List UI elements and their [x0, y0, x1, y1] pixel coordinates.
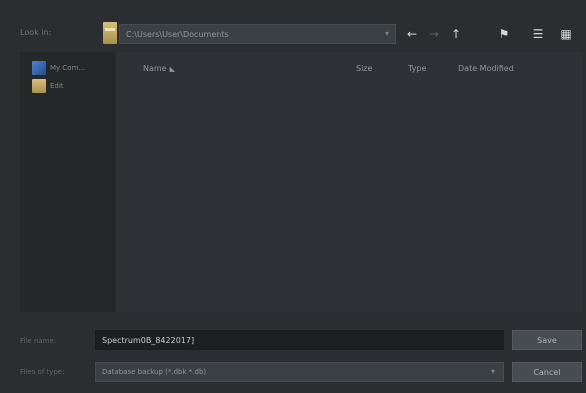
computer-icon [32, 61, 46, 75]
new-folder-button[interactable]: ⚑ [496, 25, 512, 43]
file-type-value: Database backup (*.dbk *.db) [102, 368, 207, 376]
forward-button[interactable]: → [426, 25, 442, 43]
new-folder-icon: ⚑ [498, 27, 510, 41]
folder-icon [103, 22, 117, 44]
file-type-label: Files of type: [20, 368, 65, 376]
look-in-path: C:\Users\User\Documents [126, 29, 229, 39]
chevron-down-icon: ▾ [490, 367, 495, 376]
toolbar: Look in: C:\Users\User\Documents ▾ ← → ↑… [0, 16, 586, 50]
folder-icon [32, 79, 46, 93]
list-view-button[interactable]: ☰ [530, 25, 546, 43]
detail-view-icon: ▦ [560, 27, 572, 41]
forward-arrow-icon: → [428, 27, 440, 41]
file-type-combo[interactable]: Database backup (*.dbk *.db) ▾ [95, 362, 504, 382]
look-in-combo[interactable]: C:\Users\User\Documents ▾ [119, 24, 396, 44]
sidebar-item-edit[interactable]: Edit [32, 78, 64, 94]
column-header-type[interactable]: Type [408, 64, 426, 73]
save-button[interactable]: Save [512, 330, 582, 350]
cancel-button[interactable]: Cancel [512, 362, 582, 382]
look-in-label: Look in: [20, 28, 52, 37]
up-arrow-icon: ↑ [450, 27, 462, 41]
column-header-size[interactable]: Size [356, 64, 372, 73]
back-arrow-icon: ← [406, 27, 418, 41]
up-folder-button[interactable]: ↑ [448, 25, 464, 43]
file-name-label: File name: [20, 337, 57, 345]
file-list[interactable]: Name ◣ Size Type Date Modified [117, 52, 583, 312]
sort-ascending-icon: ◣ [169, 65, 175, 73]
file-name-input[interactable]: Spectrum0B_8422017] [95, 330, 504, 350]
detail-view-button[interactable]: ▦ [558, 25, 574, 43]
sidebar-item-label: Edit [50, 82, 64, 90]
file-name-value: Spectrum0B_8422017] [102, 335, 195, 345]
file-save-dialog: Look in: C:\Users\User\Documents ▾ ← → ↑… [0, 0, 586, 393]
sidebar-item-label: My Com... [50, 64, 86, 72]
places-sidebar: My Com... Edit [20, 52, 115, 312]
sidebar-item-my-computer[interactable]: My Com... [32, 60, 85, 76]
chevron-down-icon: ▾ [384, 29, 389, 38]
column-header-date-modified[interactable]: Date Modified [458, 64, 514, 73]
column-header-name[interactable]: Name ◣ [143, 64, 175, 73]
list-view-icon: ☰ [532, 27, 544, 41]
back-button[interactable]: ← [404, 25, 420, 43]
